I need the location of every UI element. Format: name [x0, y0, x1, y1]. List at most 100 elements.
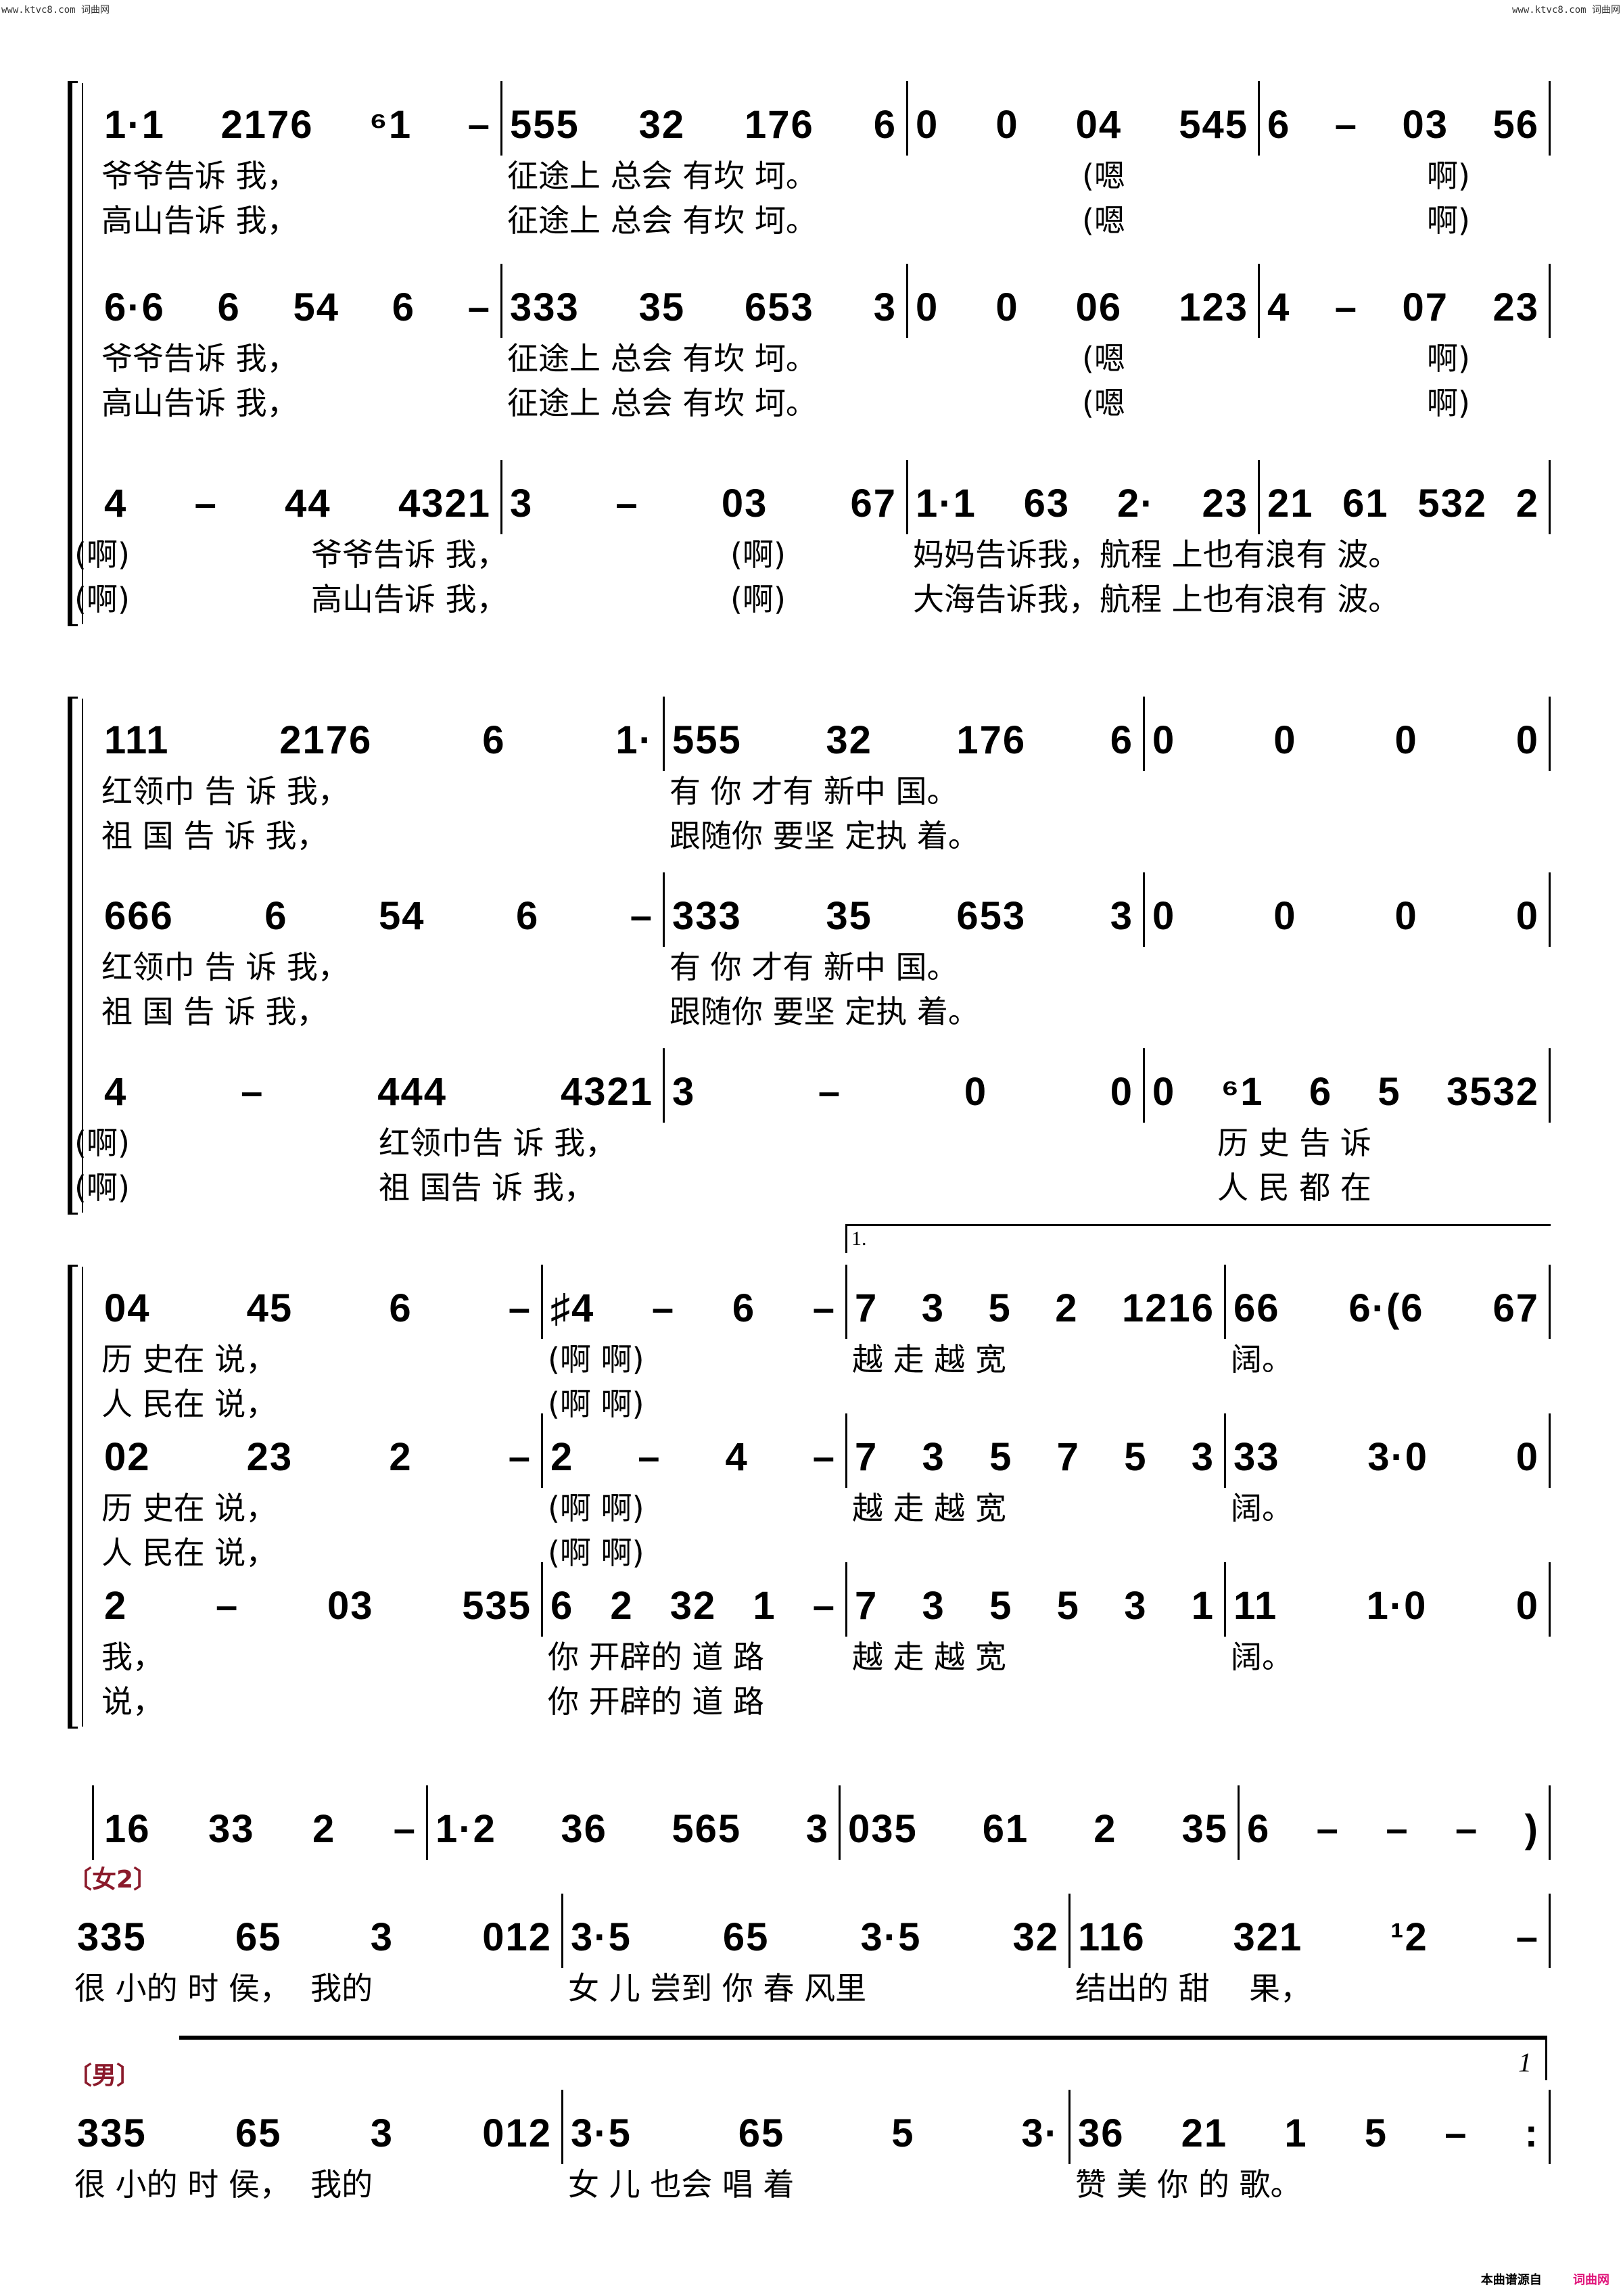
barline [92, 1785, 94, 1860]
note-group: 6 [732, 1286, 756, 1330]
lyric-segment: 人 民在 说， [101, 1386, 277, 1422]
lyric-segment: (啊 啊) [548, 1341, 644, 1378]
lyric-line: 历 史在 说， (啊 啊) 越 走 越 宽 阔。 [0, 1488, 1623, 1528]
note-group: 7 [855, 1584, 878, 1628]
barline [1549, 1265, 1551, 1339]
lyric-line: 高山告诉 我， 征途上 总会 有坎 坷。 (嗯 啊) [0, 200, 1623, 241]
note-group: 4321 [398, 482, 491, 525]
note-group: 2 [550, 1435, 574, 1479]
measure: 4 – 44 4321 [95, 467, 500, 528]
note-group: 653 [956, 894, 1027, 938]
barline [1549, 1785, 1551, 1860]
note-group: – [1515, 1915, 1539, 1959]
note-group: 0 [995, 103, 1019, 147]
lyric-segment: 跟随你 要坚 定执 着。 [669, 818, 979, 854]
note-group: – [818, 1070, 842, 1114]
notation-row: 1·1 2176 ⁶1–555 32 176 6 0 0 04 545 6–03 56 [0, 81, 1623, 156]
note-group: 176 [956, 718, 1027, 762]
measure: 11 1·0 0 [1224, 1569, 1549, 1630]
note-group: 3 [922, 1584, 945, 1628]
measure: 735531 [845, 1569, 1224, 1630]
note-group: 6 [217, 285, 241, 329]
measure: 6·6 6 54 6 – [95, 271, 500, 331]
measure: 335 65 3 012 [68, 2096, 561, 2157]
note-group: 45 [246, 1286, 293, 1330]
measure: 1·2 36 565 3 [426, 1792, 839, 1853]
note-group: 54 [378, 894, 425, 938]
barline [1549, 1413, 1551, 1488]
note-group: 3 [510, 482, 534, 525]
lyric-segment: 人 民 都 在 [1217, 1169, 1371, 1206]
lyric-segment: 祖 国 告 诉 我， [101, 818, 328, 854]
measure: 02 23 2 – [95, 1420, 541, 1481]
note-group: 4 [1267, 285, 1291, 329]
note-group: 565 [672, 1807, 742, 1851]
note-group: 32 [1012, 1915, 1059, 1959]
note-group: 3 [1124, 1584, 1148, 1628]
measure: 4 – 444 4321 [95, 1055, 663, 1116]
note-group: 2 [104, 1584, 128, 1628]
barline [1549, 872, 1551, 947]
note-group: 2 [1515, 482, 1539, 525]
measure: 666 6 54 6– [95, 879, 663, 940]
note-group: 3 [921, 1286, 945, 1330]
volta-bracket-first-ending: 1. [845, 1224, 1551, 1253]
note-group: 0 [1515, 718, 1539, 762]
note-group: 3·5 [571, 2111, 632, 2155]
note-group: 5 [989, 1435, 1013, 1479]
footer-brand: 词曲网 [1573, 2273, 1609, 2287]
measure: 333 35 653 3 [663, 879, 1143, 940]
lyric-segment: 大海告诉我，航程 上也有浪有 波。 [913, 581, 1400, 617]
note-group: 5 [1056, 1584, 1080, 1628]
note-group: 012 [482, 1915, 552, 1959]
barline [1549, 2090, 1551, 2164]
lyric-segment: 红领巾 告 诉 我， [101, 773, 349, 810]
note-group: 6 [1309, 1070, 1333, 1114]
measure: 33 3·0 0 [1224, 1420, 1549, 1481]
note-group: 6 [515, 894, 540, 938]
note-group: 0 [916, 103, 939, 147]
part-label: 〔女2〕 [68, 1866, 158, 1894]
lyric-segment: (啊) [74, 1169, 130, 1206]
lyric-segment: (啊) [730, 581, 786, 617]
lyric-segment: (啊) [74, 1125, 130, 1161]
note-group: 2176 [279, 718, 373, 762]
lyric-segment: 爷爷告诉 我， [101, 158, 298, 194]
note-group: 3 [1110, 894, 1133, 938]
note-group: 444 [377, 1070, 448, 1114]
footer: 本曲谱源自 词曲网 [1481, 2270, 1609, 2288]
lyric-segment: (嗯 [1082, 340, 1125, 377]
measure: 6 – – –) [1238, 1792, 1549, 1853]
notation-row: 666 6 54 6–333 35 653 3 0 0 0 0 [0, 872, 1623, 947]
lyric-segment: 啊) [1427, 385, 1470, 421]
measure: 6 2 32 1– [541, 1569, 845, 1630]
note-group: 6 [482, 718, 506, 762]
note-group: 03 [721, 482, 768, 525]
measure: 111 2176 6 1· [95, 703, 663, 764]
note-group: 21 [1181, 2111, 1228, 2155]
notation-row: 111 2176 6 1· 555 32 176 6 0 0 0 0 [0, 697, 1623, 771]
note-group: 6 [1247, 1807, 1271, 1851]
note-group: 5 [988, 1286, 1012, 1330]
note-group: 0 [1515, 1584, 1539, 1628]
watermark-left: www.ktvc8.com 词曲网 [1, 5, 110, 16]
note-group: 67 [850, 482, 897, 525]
note-group: – [393, 1807, 417, 1851]
note-group: 176 [745, 103, 814, 147]
lyric-line: 红领巾 告 诉 我， 有 你 才有 新中 国。 [0, 771, 1623, 812]
note-group: 555 [672, 718, 742, 762]
note-group: 6·6 [104, 285, 165, 329]
notation-row: 6·6 6 54 6–333 35 653 3 0 0 06 123 4–07 23 [0, 264, 1623, 338]
note-group: – [1444, 2111, 1468, 2155]
lyric-line: 人 民在 说， (啊 啊) [0, 1384, 1623, 1424]
measure: 16 33 2 – [95, 1792, 426, 1853]
note-group: – [467, 285, 491, 329]
lyric-segment: (啊 啊) [548, 1490, 644, 1526]
lyric-segment: 说， [101, 1683, 164, 1720]
note-group: 3 [1191, 1435, 1215, 1479]
note-group: – [215, 1584, 239, 1628]
note-group: 2 [312, 1807, 336, 1851]
note-group: 03 [327, 1584, 374, 1628]
measure: 66 6·(6 67 [1224, 1271, 1549, 1332]
note-group: 5 [989, 1584, 1013, 1628]
